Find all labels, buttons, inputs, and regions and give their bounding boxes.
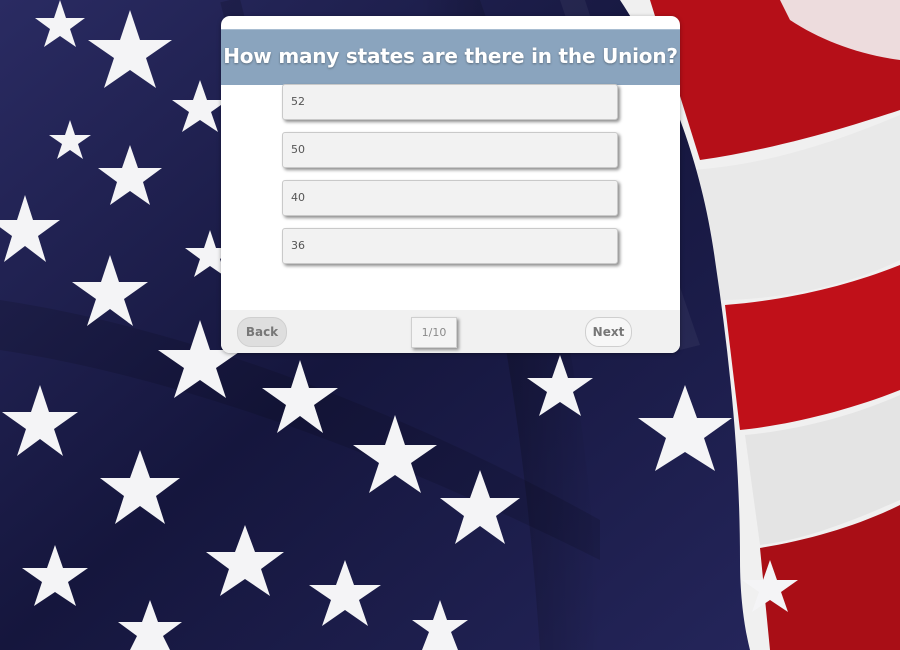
- answer-label: 36: [291, 239, 305, 252]
- answer-option-3[interactable]: 40: [282, 180, 618, 216]
- quiz-card: How many states are there in the Union? …: [221, 16, 680, 353]
- question-title: How many states are there in the Union?: [223, 44, 678, 68]
- quiz-screen: How many states are there in the Union? …: [0, 0, 900, 650]
- answer-list: 52 50 40 36: [282, 83, 620, 276]
- page-indicator: 1/10: [411, 317, 457, 348]
- answer-option-2[interactable]: 50: [282, 132, 618, 168]
- answer-label: 50: [291, 143, 305, 156]
- answer-option-4[interactable]: 36: [282, 228, 618, 264]
- answer-label: 52: [291, 95, 305, 108]
- next-button[interactable]: Next: [585, 317, 632, 347]
- back-button[interactable]: Back: [237, 317, 287, 347]
- answer-option-1[interactable]: 52: [282, 84, 618, 120]
- answer-label: 40: [291, 191, 305, 204]
- navigation-bar: Back 1/10 Next: [221, 310, 680, 353]
- question-header: How many states are there in the Union?: [221, 29, 680, 85]
